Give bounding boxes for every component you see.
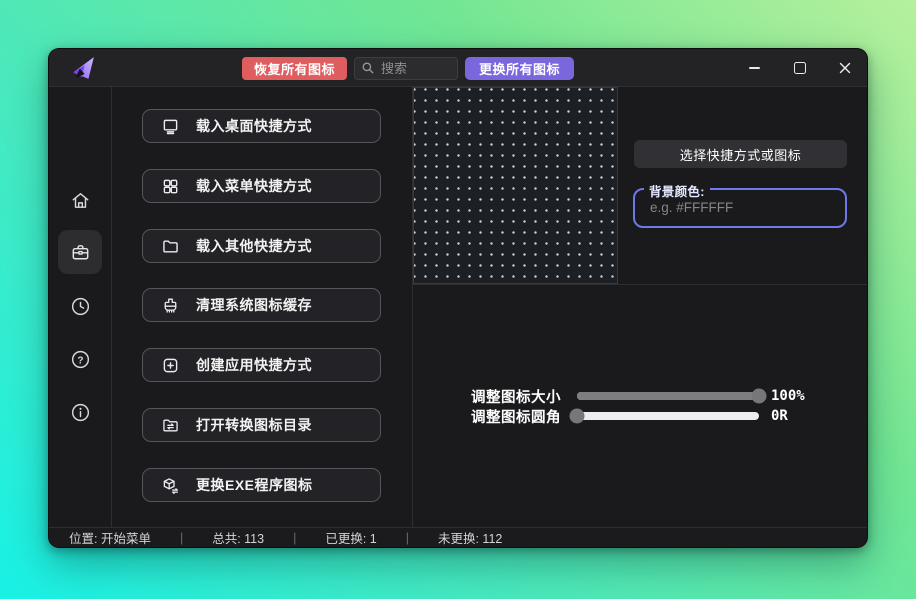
action-label: 更换EXE程序图标 [196,475,313,495]
icon-radius-slider-row: 调整图标圆角 0R [471,407,788,425]
app-window: 恢复所有图标 更换所有图标 [48,48,868,548]
minimize-button[interactable] [732,49,777,87]
status-separator: | [180,531,183,545]
sidebar-item-toolbox[interactable] [58,230,102,274]
background-color-label: 背景颜色: [644,181,710,200]
action-label: 打开转换图标目录 [196,415,312,435]
statusbar: 位置: 开始菜单 | 总共: 113 | 已更换: 1 | 未更换: 112 [49,527,867,547]
actions-panel: 载入桌面快捷方式 载入菜单快捷方式 载入其他快捷方式 清理系统图标缓存 [113,87,412,529]
status-location: 位置: 开始菜单 [69,528,151,547]
sidebar: ? [49,87,112,529]
icon-radius-label: 调整图标圆角 [471,406,571,427]
folder-icon [160,236,181,257]
help-icon: ? [69,348,92,371]
background-color-input[interactable] [648,199,836,216]
icon-size-label: 调整图标大小 [471,386,571,407]
search-input[interactable] [379,60,451,77]
sidebar-item-history[interactable] [58,284,102,328]
search-icon [361,61,375,75]
status-separator: | [406,531,409,545]
status-separator: | [293,531,296,545]
titlebar: 恢复所有图标 更换所有图标 [49,49,867,87]
status-not-replaced: 未更换: 112 [438,528,502,547]
maximize-icon [794,62,806,74]
action-load-other-shortcuts[interactable]: 载入其他快捷方式 [142,229,381,263]
home-icon [69,189,92,212]
action-label: 载入桌面快捷方式 [196,116,312,136]
action-label: 清理系统图标缓存 [196,295,312,315]
icon-preview-canvas [413,87,618,284]
status-total: 总共: 113 [212,528,264,547]
select-shortcut-or-icon-button[interactable]: 选择快捷方式或图标 [634,140,847,168]
icon-radius-slider[interactable] [577,412,759,420]
action-label: 创建应用快捷方式 [196,355,312,375]
action-label: 载入其他快捷方式 [196,236,312,256]
brush-icon [160,295,181,316]
minimize-icon [749,67,760,69]
action-clear-icon-cache[interactable]: 清理系统图标缓存 [142,288,381,322]
background-color-field: 背景颜色: [633,188,847,228]
replace-all-icons-button[interactable]: 更换所有图标 [465,57,574,80]
cube-swap-icon [160,475,181,496]
clock-icon [69,295,92,318]
svg-text:?: ? [77,355,83,366]
close-icon [839,62,851,74]
action-load-menu-shortcuts[interactable]: 载入菜单快捷方式 [142,169,381,203]
search-box[interactable] [354,57,458,80]
icon-radius-value: 0R [771,408,788,424]
folder-transfer-icon [160,415,181,436]
plus-square-icon [160,355,181,376]
status-replaced: 已更换: 1 [325,528,376,547]
icon-size-value: 100% [771,388,805,404]
slider-fill [577,392,759,400]
slider-thumb[interactable] [752,389,767,404]
action-load-desktop-shortcuts[interactable]: 载入桌面快捷方式 [142,109,381,143]
restore-all-icons-button[interactable]: 恢复所有图标 [242,57,347,80]
icon-size-slider-row: 调整图标大小 100% [471,387,805,405]
icon-size-slider[interactable] [577,392,759,400]
action-label: 载入菜单快捷方式 [196,176,312,196]
app-logo-icon [70,55,96,81]
monitor-icon [160,116,181,137]
maximize-button[interactable] [777,49,822,87]
action-create-app-shortcut[interactable]: 创建应用快捷方式 [142,348,381,382]
sidebar-item-about[interactable] [58,390,102,434]
window-controls [732,49,867,87]
slider-thumb[interactable] [570,409,585,424]
divider [413,284,867,285]
briefcase-icon [69,241,92,264]
info-icon [69,401,92,424]
sidebar-item-help[interactable]: ? [58,337,102,381]
action-open-converted-dir[interactable]: 打开转换图标目录 [142,408,381,442]
sidebar-item-home[interactable] [58,178,102,222]
grid-icon [160,176,181,197]
action-change-exe-icon[interactable]: 更换EXE程序图标 [142,468,381,502]
close-button[interactable] [822,49,867,87]
